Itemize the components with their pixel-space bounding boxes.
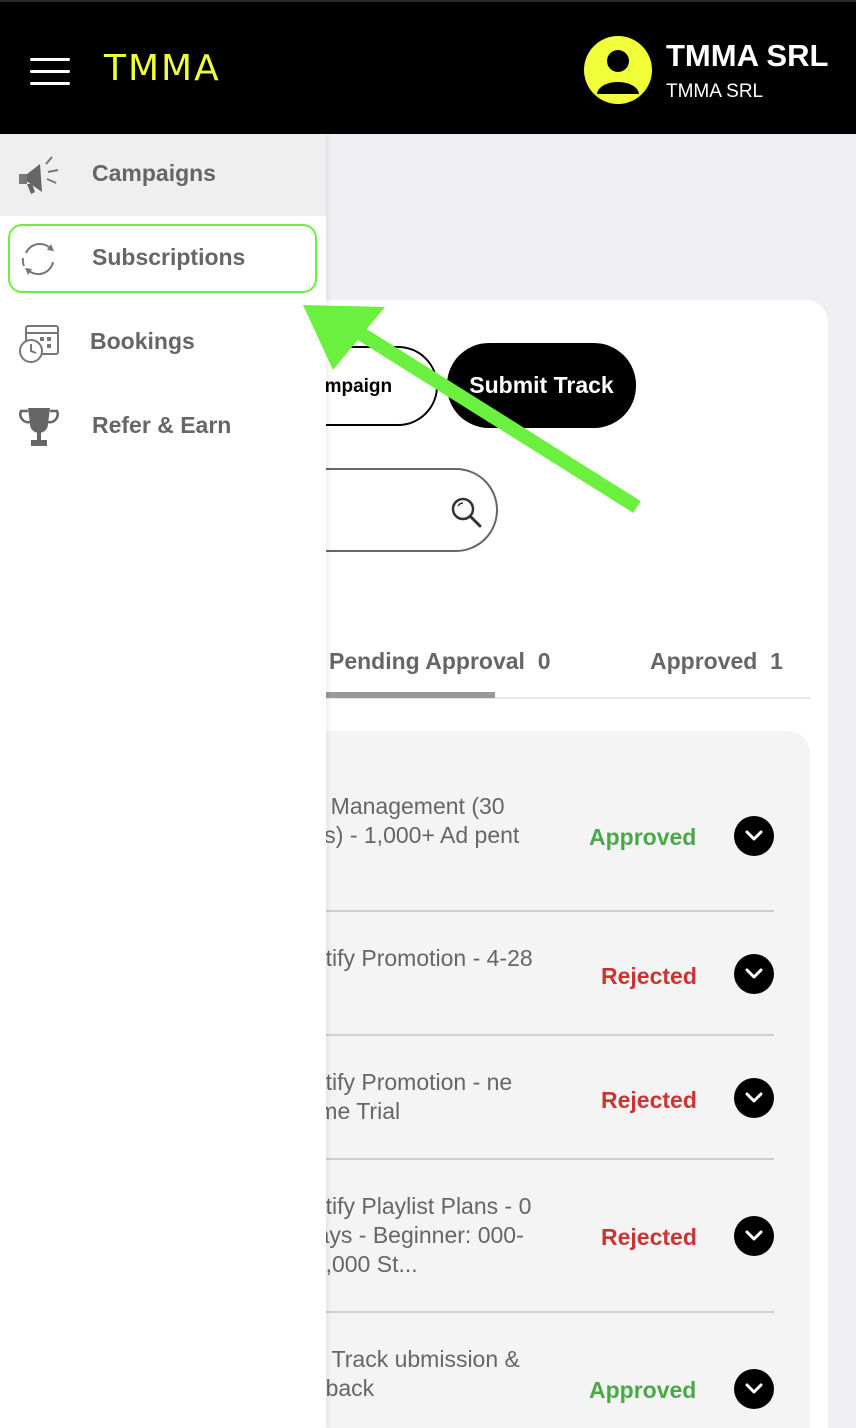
status-badge: Approved — [589, 1377, 697, 1403]
user-name: TMMA SRL — [666, 38, 829, 73]
trophy-icon — [19, 408, 59, 446]
calendar-clock-icon — [19, 325, 59, 363]
list-item-title: potify Promotion - ne Time Trial — [300, 1069, 513, 1124]
top-bar: TMMA TMMA SRL TMMA SRL — [0, 0, 856, 134]
list-item-title: potify Playlist Plans - 0 Days - Beginne… — [300, 1193, 532, 1277]
drawer-item-bookings[interactable]: Bookings — [0, 302, 326, 384]
list-item[interactable]: potify Promotion - ne Time Trial Rejecte… — [300, 1036, 774, 1160]
chevron-down-icon[interactable] — [734, 816, 774, 856]
chevron-down-icon[interactable] — [734, 1078, 774, 1118]
drawer-item-refer-earn[interactable]: Refer & Earn — [0, 386, 326, 468]
tab-pending-approval[interactable]: Pending Approval 0 — [329, 648, 551, 675]
list-item-title: ds Management (30 ays) - 1,000+ Ad pent — [300, 793, 520, 848]
list-item[interactable]: ds Management (30 ays) - 1,000+ Ad pent … — [300, 790, 774, 912]
drawer-item-label: Refer & Earn — [92, 412, 232, 438]
submit-track-button[interactable]: Submit Track — [447, 343, 636, 428]
chevron-down-icon[interactable] — [734, 1369, 774, 1409]
chevron-down-icon[interactable] — [734, 1216, 774, 1256]
drawer-item-campaigns[interactable]: Campaigns — [0, 134, 326, 216]
status-badge: Rejected — [601, 963, 697, 989]
search-icon[interactable] — [448, 494, 484, 530]
status-badge: Rejected — [601, 1087, 697, 1113]
user-avatar-icon[interactable] — [584, 36, 652, 104]
user-subtitle: TMMA SRL — [666, 81, 764, 102]
list-item[interactable]: ee Track ubmission & edback Approved — [300, 1313, 774, 1428]
chevron-down-icon[interactable] — [734, 954, 774, 994]
list-item[interactable]: potify Playlist Plans - 0 Days - Beginne… — [300, 1160, 774, 1313]
subscriptions-highlight-box — [8, 224, 317, 293]
brand-logo[interactable]: TMMA — [104, 48, 221, 89]
drawer-item-label: Campaigns — [92, 160, 216, 186]
status-badge: Approved — [589, 824, 697, 850]
tab-active-indicator — [300, 692, 495, 698]
side-drawer: Campaigns Subscriptions Bookings Refer &… — [0, 134, 326, 1428]
tab-approved[interactable]: Approved 1 — [650, 648, 783, 675]
status-badge: Rejected — [601, 1224, 697, 1250]
list-item-title: potify Promotion - 4-28 — [300, 945, 533, 971]
drawer-item-label: Bookings — [90, 328, 195, 354]
list-item[interactable]: potify Promotion - 4-28 Rejected — [300, 912, 774, 1036]
list-item-title: ee Track ubmission & edback — [300, 1346, 520, 1401]
menu-icon[interactable] — [28, 54, 72, 90]
megaphone-icon — [19, 156, 59, 194]
